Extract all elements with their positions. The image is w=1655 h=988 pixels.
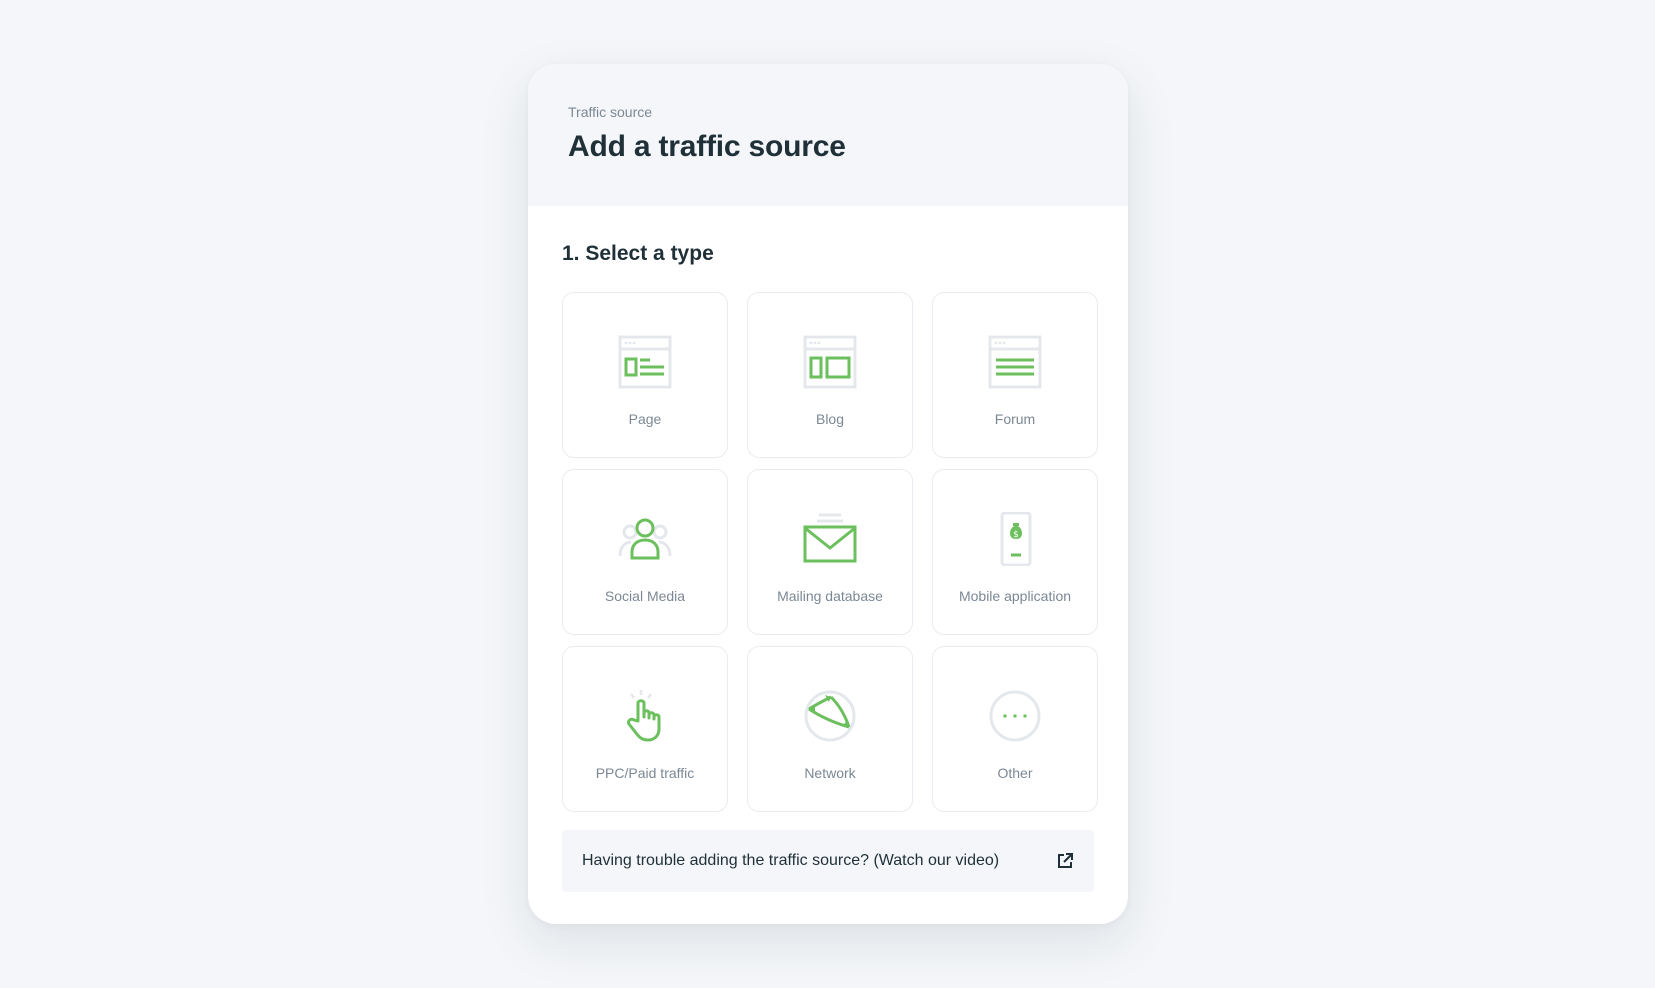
help-text: Having trouble adding the traffic source… (582, 852, 1000, 869)
svg-text:$: $ (1013, 530, 1019, 540)
type-label: PPC/Paid traffic (595, 765, 695, 781)
modal-body: 1. Select a type Page Blog Forum Social … (528, 206, 1128, 892)
modal-header: Traffic source Add a traffic source (528, 64, 1128, 206)
type-label: Mobile application (958, 588, 1072, 604)
page: Traffic source Add a traffic source 1. S… (0, 0, 1655, 988)
external-link-icon (1058, 853, 1073, 868)
type-tile-social-media[interactable]: Social Media (562, 469, 728, 635)
type-tile-mobile-application[interactable]: $ Mobile application (932, 469, 1098, 635)
type-grid: Page Blog Forum Social Media Mailing dat… (562, 292, 1098, 812)
type-tile-other[interactable]: Other (932, 646, 1098, 812)
type-tile-network[interactable]: Network (747, 646, 913, 812)
more-dots-icon (989, 690, 1041, 742)
modal-eyebrow: Traffic source (568, 104, 653, 120)
mail-icon (803, 513, 857, 563)
add-traffic-source-modal: Traffic source Add a traffic source 1. S… (528, 64, 1128, 924)
type-label: Other (997, 765, 1033, 781)
step-title: 1. Select a type (562, 242, 714, 265)
type-label: Forum (994, 411, 1036, 427)
modal-title: Add a traffic source (568, 130, 846, 163)
page-icon (618, 335, 672, 389)
social-media-icon (618, 518, 672, 560)
type-tile-blog[interactable]: Blog (747, 292, 913, 458)
type-tile-ppc-paid-traffic[interactable]: PPC/Paid traffic (562, 646, 728, 812)
help-video-link[interactable]: Having trouble adding the traffic source… (562, 830, 1094, 892)
mobile-app-icon: $ (1000, 512, 1032, 566)
type-label: Social Media (604, 588, 686, 604)
network-icon (804, 690, 856, 742)
type-label: Mailing database (777, 588, 883, 604)
type-tile-page[interactable]: Page (562, 292, 728, 458)
pointer-click-icon (627, 690, 661, 742)
type-label: Blog (815, 411, 845, 427)
blog-icon (803, 335, 857, 389)
type-tile-forum[interactable]: Forum (932, 292, 1098, 458)
type-tile-mailing-database[interactable]: Mailing database (747, 469, 913, 635)
forum-icon (988, 335, 1042, 389)
type-label: Page (628, 411, 662, 427)
type-label: Network (804, 765, 856, 781)
